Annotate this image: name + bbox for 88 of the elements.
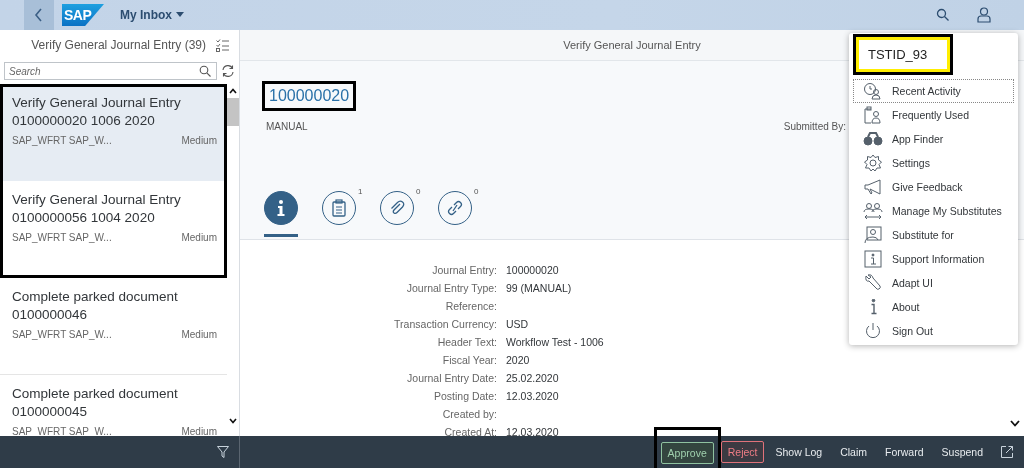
submitted-by-label: Submitted By: <box>783 121 846 132</box>
field-label: Journal Entry Date: <box>406 372 497 384</box>
task-priority: Medium <box>181 426 217 436</box>
refresh-icon[interactable] <box>221 64 235 78</box>
object-id: 100000020 <box>262 81 357 111</box>
menu-item[interactable]: Support Information <box>853 247 1014 271</box>
caret-icon <box>176 12 184 18</box>
footer-button[interactable]: Reject <box>720 441 765 463</box>
menu-item[interactable]: Frequently Used <box>853 103 1014 127</box>
scrollbar-thumb[interactable] <box>227 98 239 126</box>
paperclip-icon <box>389 199 405 217</box>
field-label: Created At: <box>443 426 497 438</box>
task-creator: SAP_WFRT SAP_W... <box>12 232 112 243</box>
field-value: 2020 <box>506 354 530 366</box>
notes-icon <box>331 199 347 217</box>
share-icon[interactable] <box>1000 445 1014 459</box>
menu-item[interactable]: Sign Out <box>853 319 1014 343</box>
field-label: Reference: <box>444 300 497 312</box>
power-icon <box>863 322 883 340</box>
menu-item[interactable]: App Finder <box>853 127 1014 151</box>
info-box-icon <box>863 250 883 268</box>
chevron-left-icon <box>34 8 44 22</box>
field-value: 100000020 <box>506 264 559 276</box>
logo[interactable]: SAP <box>62 4 104 26</box>
menu-item[interactable]: Give Feedback <box>853 175 1014 199</box>
task-title: Complete parked document 0100000046 <box>12 288 179 324</box>
app-title-menu[interactable]: My Inbox <box>120 8 184 22</box>
binoculars-icon <box>863 130 883 148</box>
back-button[interactable] <box>24 0 54 30</box>
menu-item[interactable]: Substitute for <box>853 223 1014 247</box>
footer-button[interactable]: Approve <box>660 442 714 464</box>
field-label: Journal Entry: <box>431 264 497 276</box>
field-label: Header Text: <box>436 336 497 348</box>
task-creator: SAP_WFRT SAP_W... <box>12 329 112 340</box>
settings-icon <box>863 154 883 172</box>
info-icon <box>869 299 877 315</box>
detail-title: Verify General Journal Entry <box>563 39 701 51</box>
field-value: USD <box>506 318 529 330</box>
field-label: Journal Entry Type: <box>405 282 497 294</box>
task-creator: SAP_WFRT SAP_W... <box>12 135 112 146</box>
megaphone-icon <box>863 178 883 196</box>
menu-item[interactable]: Settings <box>853 151 1014 175</box>
task-title: Verify General Journal Entry 0100000056 1004 2020 <box>12 191 182 227</box>
field-value: 12.03.2020 <box>506 426 559 438</box>
user-id: TSTID_93 <box>853 34 953 75</box>
task-title: Verify General Journal Entry 0100000020 1006 2020 <box>12 94 182 130</box>
people-arrows-icon <box>863 202 883 220</box>
search-icon[interactable] <box>936 8 950 22</box>
multi-select-icon[interactable] <box>216 38 229 52</box>
clipboard-person-icon <box>863 106 883 124</box>
footer-button[interactable]: Suspend <box>934 441 990 463</box>
wrench-icon <box>863 274 883 292</box>
footer-button[interactable]: Show Log <box>768 441 830 463</box>
footer-button[interactable]: Forward <box>878 441 931 463</box>
task-title: Complete parked document 0100000045 <box>12 385 179 421</box>
link-icon <box>447 199 463 217</box>
filter-icon[interactable] <box>217 446 229 458</box>
list-title: Verify General Journal Entry (39) <box>31 38 206 52</box>
field-label: Fiscal Year: <box>441 354 497 366</box>
search-field[interactable]: Search <box>4 62 217 80</box>
tab-count: 0 <box>416 187 421 196</box>
chevron-up-icon[interactable] <box>229 88 237 94</box>
menu-item[interactable]: Manage My Substitutes <box>853 199 1014 223</box>
tab-count: 0 <box>474 187 479 196</box>
task-priority: Medium <box>181 232 217 243</box>
field-label: Created by: <box>441 408 497 420</box>
person-card-icon <box>863 226 883 244</box>
clock-person-icon <box>863 82 883 100</box>
menu-item[interactable]: About <box>853 295 1014 319</box>
field-label: Posting Date: <box>432 390 497 402</box>
user-icon[interactable] <box>977 7 991 23</box>
footer-button[interactable]: Claim <box>833 441 875 463</box>
task-priority: Medium <box>181 135 217 146</box>
menu-item[interactable]: Recent Activity <box>853 79 1014 103</box>
field-value: 25.02.2020 <box>506 372 559 384</box>
tab-count: 1 <box>358 187 363 196</box>
task-priority: Medium <box>181 329 217 340</box>
field-value: 99 (MANUAL) <box>506 282 572 294</box>
field-label: Transaction Currency: <box>393 318 497 330</box>
task-list-item[interactable]: Verify General Journal Entry 0100000020 1006 2020 SAP_WFRT SAP_W... Medium <box>0 84 227 181</box>
chevron-down-icon[interactable] <box>229 418 237 424</box>
field-value: 12.03.2020 <box>506 390 559 402</box>
chevron-down-icon[interactable] <box>1010 420 1020 427</box>
menu-item[interactable]: Adapt UI <box>853 271 1014 295</box>
field-value: Workflow Test - 1006 <box>506 336 604 348</box>
search-icon[interactable] <box>199 65 211 77</box>
object-subtitle: MANUAL <box>266 121 308 132</box>
task-list-item[interactable]: Verify General Journal Entry 0100000056 1004 2020 SAP_WFRT SAP_W... Medium <box>0 181 227 278</box>
